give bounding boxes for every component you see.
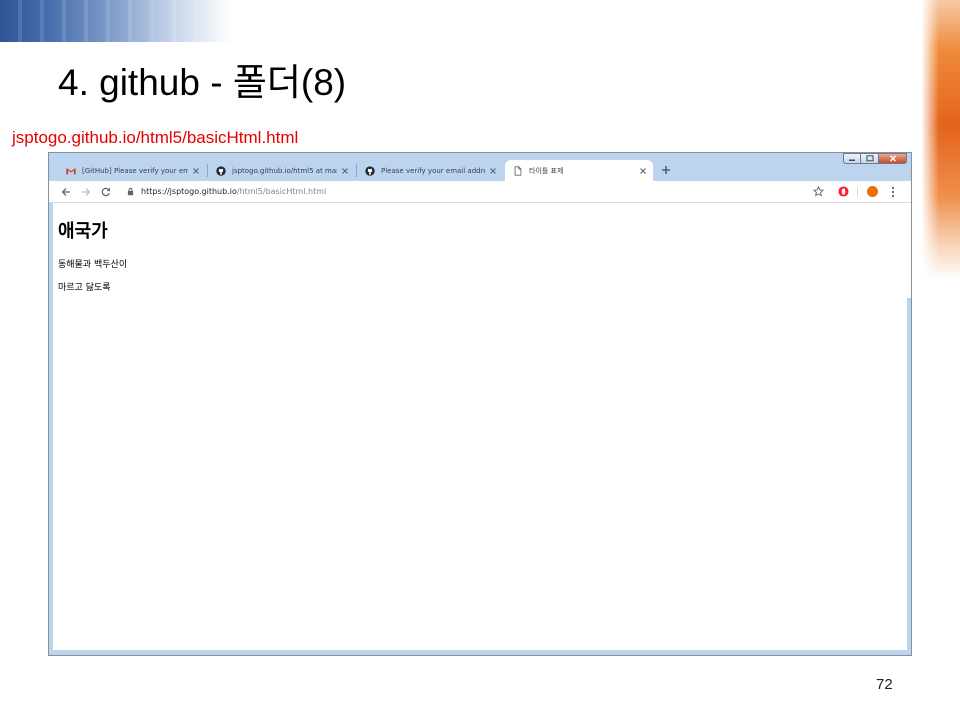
lock-icon[interactable] — [127, 187, 134, 196]
tab-label: Please verify your email address — [381, 166, 485, 175]
forward-icon[interactable] — [81, 187, 91, 197]
slide: 4. github - 폴더(8) jsptogo.github.io/html… — [0, 0, 960, 720]
page-content: 애국가 동해물과 백두산이 마르고 닳도록 — [53, 203, 907, 650]
close-icon[interactable] — [489, 167, 497, 175]
browser-window: [GitHub] Please verify your ema jsptogo.… — [48, 152, 912, 656]
plus-icon — [662, 166, 670, 174]
address-origin: https://jsptogo.github.io — [141, 187, 237, 196]
back-icon[interactable] — [61, 187, 71, 197]
address-bar[interactable]: https://jsptogo.github.io/html5/basicHtm… — [141, 181, 326, 202]
browser-toolbar: https://jsptogo.github.io/html5/basicHtm… — [49, 181, 911, 203]
tab-label: 타이틀 표제 — [529, 166, 564, 175]
right-edge-decoration — [922, 0, 960, 280]
tab-label: jsptogo.github.io/html5 at mast — [232, 166, 337, 175]
top-left-decoration — [0, 0, 232, 42]
menu-icon[interactable] — [891, 186, 895, 198]
maximize-icon — [866, 155, 873, 162]
tab-github-repo[interactable]: jsptogo.github.io/html5 at mast — [208, 160, 355, 181]
page-paragraph: 마르고 닳도록 — [58, 283, 111, 293]
page-heading: 애국가 — [58, 221, 108, 242]
url-caption: jsptogo.github.io/html5/basicHtml.html — [12, 128, 299, 147]
window-controls — [843, 153, 907, 164]
document-icon — [513, 165, 523, 176]
gmail-icon — [66, 166, 76, 176]
star-icon[interactable] — [813, 186, 824, 197]
opera-icon[interactable] — [838, 186, 849, 197]
close-icon[interactable] — [341, 167, 349, 175]
reload-icon[interactable] — [101, 187, 111, 197]
page-paragraph: 동해물과 백두산이 — [58, 260, 128, 270]
slide-title: 4. github - 폴더(8) — [58, 62, 347, 103]
tab-github-verify-gmail[interactable]: [GitHub] Please verify your ema — [58, 160, 206, 181]
close-window-icon — [889, 155, 896, 162]
close-icon[interactable] — [192, 167, 200, 175]
minimize-icon — [849, 159, 855, 161]
tab-active-page[interactable]: 타이틀 표제 — [505, 160, 653, 181]
close-icon[interactable] — [639, 167, 647, 175]
avatar[interactable] — [867, 186, 878, 197]
github-icon — [216, 165, 226, 176]
minimize-button[interactable] — [843, 153, 861, 164]
page-number: 72 — [876, 676, 893, 693]
frame-edge — [907, 203, 911, 298]
tab-verify-email[interactable]: Please verify your email address — [357, 160, 503, 181]
tab-label: [GitHub] Please verify your ema — [82, 166, 188, 175]
new-tab-button[interactable] — [660, 164, 672, 176]
github-icon — [365, 165, 375, 176]
maximize-button[interactable] — [861, 153, 879, 164]
toolbar-separator — [857, 187, 858, 197]
address-path: /html5/basicHtml.html — [236, 187, 327, 196]
close-window-button[interactable] — [879, 153, 907, 164]
